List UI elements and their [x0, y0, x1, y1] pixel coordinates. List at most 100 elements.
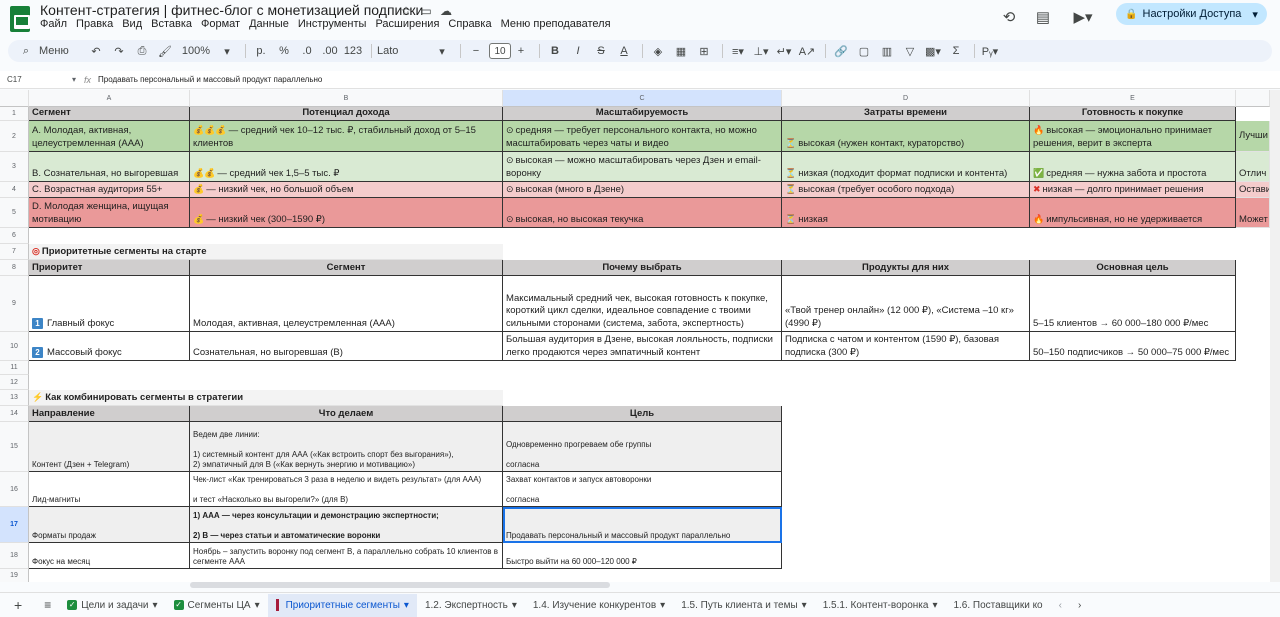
table-header[interactable]: Готовность к покупке: [1030, 107, 1236, 121]
meet-icon[interactable]: ▶▾: [1066, 6, 1100, 28]
table-cell[interactable]: 50–150 подписчиков → 50 000–75 000 ₽/мес: [1030, 332, 1236, 361]
column-header-b[interactable]: B: [190, 90, 503, 107]
column-header-a[interactable]: A: [29, 90, 190, 107]
tab-expertise[interactable]: 1.2. Экспертность ▾: [417, 594, 525, 617]
scroll-tabs-left-icon[interactable]: ‹: [1051, 594, 1070, 617]
section-title[interactable]: ⚡ Как комбинировать сегменты в стратегии: [29, 390, 503, 406]
table-cell[interactable]: ⊙ высокая — можно масштабировать через Дз…: [503, 152, 782, 182]
filter-views-icon[interactable]: ▩▾: [923, 42, 943, 60]
insert-link-icon[interactable]: 🔗: [831, 42, 851, 60]
document-title[interactable]: Контент-стратегия | фитнес-блог с монети…: [40, 2, 423, 18]
column-header-c[interactable]: C: [503, 90, 782, 107]
table-header[interactable]: Основная цель: [1030, 260, 1236, 276]
menu-extensions[interactable]: Расширения: [375, 18, 439, 30]
chevron-down-icon[interactable]: ▾: [660, 600, 665, 611]
text-color-button[interactable]: A: [614, 42, 634, 60]
table-cell[interactable]: Отлич: [1236, 152, 1270, 182]
row-header[interactable]: 7: [0, 244, 29, 260]
row-header[interactable]: 11: [0, 361, 29, 375]
paint-format-icon[interactable]: 🖌: [155, 42, 175, 60]
table-cell[interactable]: 1 Главный фокус: [29, 276, 190, 332]
font-size-increase-icon[interactable]: +: [511, 42, 531, 60]
table-cell[interactable]: Ноябрь – запустить воронку под сегмент B…: [190, 543, 503, 569]
table-cell[interactable]: «Твой тренер онлайн» (12 000 ₽), «Систем…: [782, 276, 1030, 332]
table-header[interactable]: Цель: [503, 406, 782, 422]
row-header[interactable]: 18: [0, 543, 29, 569]
tab-suppliers[interactable]: 1.6. Поставщики ко: [945, 594, 1050, 617]
table-cell[interactable]: Захват контактов и запуск автоворонки со…: [503, 472, 782, 507]
decrease-decimal-button[interactable]: .0: [297, 42, 317, 60]
table-cell[interactable]: Быстро выйти на 60 000–120 000 ₽: [503, 543, 782, 569]
table-cell[interactable]: D. Молодая женщина, ищущая мотивацию: [29, 198, 190, 228]
table-cell[interactable]: ⏳ высокая (требует особого подхода): [782, 182, 1030, 198]
tab-priority-segments[interactable]: Приоритетные сегменты ▾: [267, 593, 417, 617]
row-header[interactable]: 3: [0, 152, 29, 182]
select-all-corner[interactable]: [0, 90, 29, 107]
filter-icon[interactable]: ▽: [900, 42, 920, 60]
name-box[interactable]: C17: [0, 75, 72, 84]
print-icon[interactable]: ⎙: [132, 42, 152, 60]
row-header[interactable]: 2: [0, 121, 29, 152]
row-header[interactable]: 1: [0, 107, 29, 121]
increase-decimal-button[interactable]: .00: [320, 42, 340, 60]
redo-icon[interactable]: ↷: [109, 42, 129, 60]
search-icon[interactable]: ⌕: [16, 42, 36, 60]
star-icon[interactable]: ☆: [398, 3, 414, 19]
table-cell[interactable]: ✅ средняя — нужна забота и простота: [1030, 152, 1236, 182]
all-sheets-icon[interactable]: ≡: [36, 594, 59, 617]
chevron-down-icon[interactable]: ▾: [432, 42, 452, 60]
table-cell[interactable]: 💰💰 — средний чек 1,5–5 тыс. ₽: [190, 152, 503, 182]
table-cell[interactable]: C. Возрастная аудитория 55+: [29, 182, 190, 198]
fill-color-icon[interactable]: ◈: [648, 42, 668, 60]
row-header[interactable]: 13: [0, 390, 29, 406]
strikethrough-button[interactable]: S: [591, 42, 611, 60]
chevron-down-icon[interactable]: ▾: [72, 75, 84, 84]
table-cell[interactable]: ⏳ высокая (нужен контакт, кураторство): [782, 121, 1030, 152]
insert-comment-icon[interactable]: ▢: [854, 42, 874, 60]
table-cell[interactable]: Остави: [1236, 182, 1270, 198]
tab-competitors[interactable]: 1.4. Изучение конкурентов ▾: [525, 594, 673, 617]
table-cell[interactable]: ⏳ низкая (подходит формат подписки и конт…: [782, 152, 1030, 182]
menu-file[interactable]: Файл: [40, 18, 67, 30]
horizontal-scrollbar[interactable]: [190, 582, 610, 588]
table-cell[interactable]: Лучши: [1236, 121, 1270, 152]
table-cell[interactable]: 💰 — низкий чек (300–1590 ₽): [190, 198, 503, 228]
text-rotation-icon[interactable]: A↗: [797, 42, 817, 60]
formula-input[interactable]: Продавать персональный и массовый продук…: [98, 75, 322, 84]
font-size-input[interactable]: 10: [489, 43, 511, 59]
table-cell[interactable]: ⏳ низкая: [782, 198, 1030, 228]
table-header[interactable]: Масштабируемость: [503, 107, 782, 121]
chevron-down-icon[interactable]: ▾: [153, 600, 158, 611]
table-cell[interactable]: Молодая, активная, целеустремленная (ААА…: [190, 276, 503, 332]
column-header-f[interactable]: [1236, 90, 1270, 107]
row-header[interactable]: 16: [0, 472, 29, 507]
table-header[interactable]: Почему выбрать: [503, 260, 782, 276]
selected-cell-c17[interactable]: Продавать персональный и массовый продук…: [503, 507, 782, 543]
percent-button[interactable]: %: [274, 42, 294, 60]
chevron-down-icon[interactable]: ▾: [217, 42, 237, 60]
table-header[interactable]: Затраты времени: [782, 107, 1030, 121]
table-cell[interactable]: Подписка с чатом и контентом (1590 ₽), б…: [782, 332, 1030, 361]
chevron-down-icon[interactable]: ▾: [255, 600, 260, 611]
tab-goals[interactable]: ✓ Цели и задачи ▾: [59, 594, 165, 617]
history-icon[interactable]: ⟲: [996, 6, 1022, 28]
move-folder-icon[interactable]: ▭: [418, 3, 434, 19]
table-cell[interactable]: 🔥 импульсивная, но не удерживается: [1030, 198, 1236, 228]
spreadsheet-grid[interactable]: A B C D E 1 2 3 4 5 6 7 8 9 10 11 12 13 …: [0, 90, 1270, 582]
row-header[interactable]: 5: [0, 198, 29, 228]
add-sheet-icon[interactable]: +: [0, 594, 36, 617]
table-cell[interactable]: Одновременно прогреваем обе группы согла…: [503, 422, 782, 472]
table-cell[interactable]: 2 Массовый фокус: [29, 332, 190, 361]
font-size-decrease-icon[interactable]: −: [466, 42, 486, 60]
table-cell[interactable]: Контент (Дзен + Telegram): [29, 422, 190, 472]
table-cell[interactable]: ⊙ высокая, но высокая текучка: [503, 198, 782, 228]
comments-icon[interactable]: ▤: [1030, 6, 1056, 28]
font-select[interactable]: Lato: [377, 42, 429, 60]
table-cell[interactable]: ⊙ средняя — требует персонального контакт…: [503, 121, 782, 152]
menu-help[interactable]: Справка: [448, 18, 491, 30]
table-cell[interactable]: Максимальный средний чек, высокая готовн…: [503, 276, 782, 332]
chevron-down-icon[interactable]: ▾: [1252, 8, 1258, 21]
align-horizontal-icon[interactable]: ≡▾: [728, 42, 748, 60]
table-cell[interactable]: Фокус на месяц: [29, 543, 190, 569]
table-cell[interactable]: Чек-лист «Как тренироваться 3 раза в нед…: [190, 472, 503, 507]
